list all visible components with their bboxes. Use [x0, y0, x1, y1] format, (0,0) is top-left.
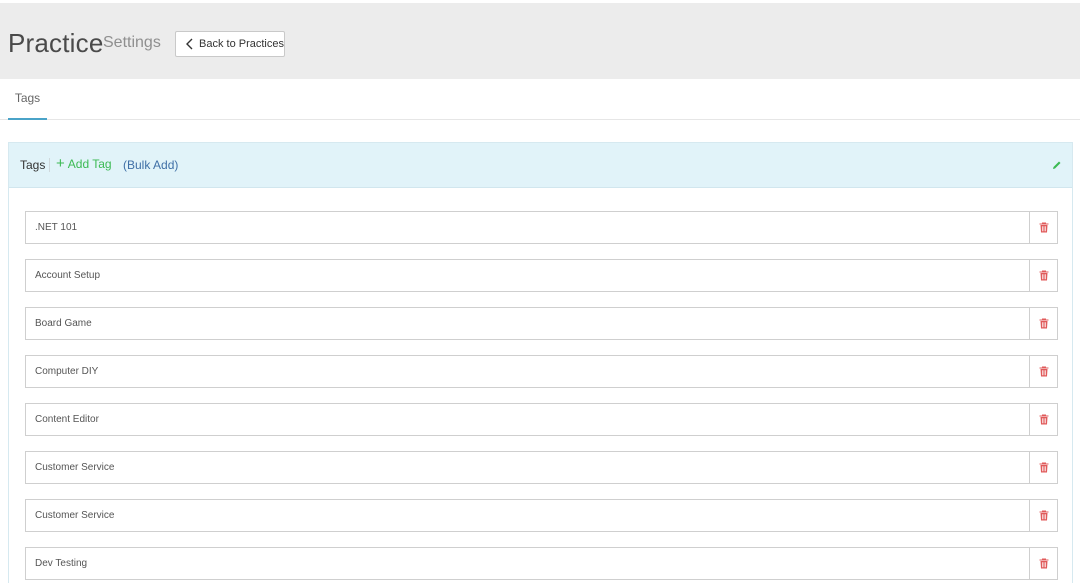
trash-icon: [1039, 366, 1048, 377]
delete-tag-button[interactable]: [1029, 307, 1058, 340]
chevron-left-icon: [186, 38, 193, 50]
tag-name-input[interactable]: [25, 259, 1029, 292]
delete-tag-button[interactable]: [1029, 355, 1058, 388]
trash-icon: [1039, 414, 1048, 425]
bulk-add-link[interactable]: (Bulk Add): [123, 158, 178, 172]
delete-tag-button[interactable]: [1029, 499, 1058, 532]
delete-tag-button[interactable]: [1029, 547, 1058, 580]
page-subtitle: Settings: [103, 34, 161, 51]
add-tag-button[interactable]: + Add Tag: [56, 155, 112, 172]
delete-tag-button[interactable]: [1029, 259, 1058, 292]
tag-name-input[interactable]: [25, 499, 1029, 532]
tag-name-input[interactable]: [25, 355, 1029, 388]
plus-icon: +: [56, 155, 65, 172]
back-button-label: Back to Practices: [199, 38, 284, 50]
tags-panel-header: Tags + Add Tag (Bulk Add): [9, 143, 1072, 188]
delete-tag-button[interactable]: [1029, 211, 1058, 244]
tag-row: [25, 451, 1058, 484]
tab-tags[interactable]: Tags: [8, 79, 47, 120]
delete-tag-button[interactable]: [1029, 451, 1058, 484]
add-tag-label: Add Tag: [67, 157, 112, 171]
tag-name-input[interactable]: [25, 547, 1029, 580]
trash-icon: [1039, 462, 1048, 473]
header-divider: [49, 158, 50, 172]
tags-panel: Tags + Add Tag (Bulk Add): [8, 142, 1073, 583]
tag-row: [25, 259, 1058, 292]
tag-row: [25, 499, 1058, 532]
tag-row: [25, 355, 1058, 388]
trash-icon: [1039, 318, 1048, 329]
tag-name-input[interactable]: [25, 403, 1029, 436]
page-header: Practice Settings Back to Practices: [0, 0, 1080, 79]
back-to-practices-button[interactable]: Back to Practices: [175, 31, 285, 57]
tag-row: [25, 403, 1058, 436]
pencil-icon[interactable]: [1052, 160, 1062, 170]
panel-title: Tags: [20, 158, 46, 172]
trash-icon: [1039, 222, 1048, 233]
tag-name-input[interactable]: [25, 211, 1029, 244]
tag-row: [25, 307, 1058, 340]
trash-icon: [1039, 558, 1048, 569]
delete-tag-button[interactable]: [1029, 403, 1058, 436]
trash-icon: [1039, 270, 1048, 281]
tag-row: [25, 547, 1058, 580]
tag-name-input[interactable]: [25, 451, 1029, 484]
tag-row: [25, 211, 1058, 244]
tag-name-input[interactable]: [25, 307, 1029, 340]
trash-icon: [1039, 510, 1048, 521]
tab-bar: Tags: [0, 79, 1080, 120]
page-title: Practice: [8, 28, 104, 58]
